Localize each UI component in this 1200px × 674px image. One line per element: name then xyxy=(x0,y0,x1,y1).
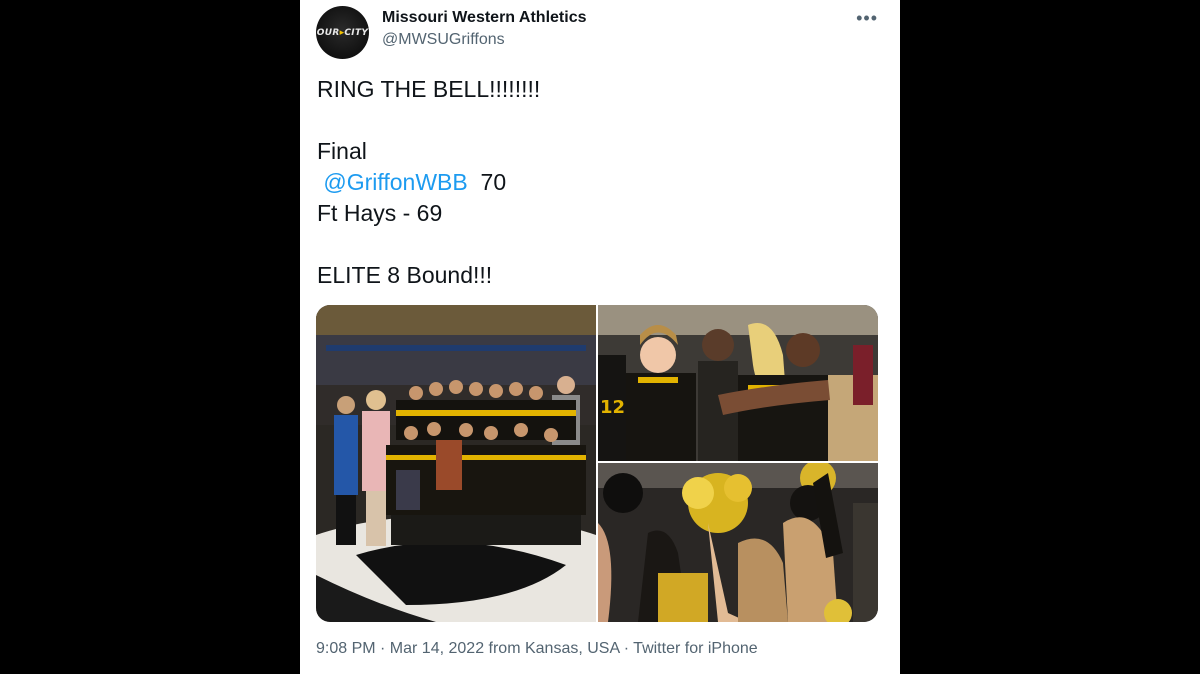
author-name[interactable]: Missouri Western Athletics xyxy=(382,9,587,27)
players-hugging-photo[interactable]: 12 xyxy=(598,305,878,461)
tweet-line-2: Final xyxy=(317,138,367,164)
tweet-timestamp[interactable]: 9:08 PM · Mar 14, 2022 from Kansas, USA … xyxy=(316,640,758,658)
team-photo-art xyxy=(316,305,656,622)
cheer-celebration-photo[interactable] xyxy=(598,460,878,622)
hug-photo-art: 12 xyxy=(598,305,878,461)
team-celebration-photo[interactable] xyxy=(316,305,656,622)
tweet-line-5: ELITE 8 Bound!!! xyxy=(317,262,493,288)
jersey-number-12: 12 xyxy=(600,397,625,418)
tweet-card: OUR▸CITY Missouri Western Athletics @MWS… xyxy=(300,0,900,674)
avatar-logo: OUR▸CITY xyxy=(316,27,369,38)
media-grid: 12 xyxy=(316,305,878,622)
mention-link[interactable]: @GriffonWBB xyxy=(323,169,467,195)
author-handle[interactable]: @MWSUGriffons xyxy=(382,31,505,49)
tweet-line-4: Ft Hays - 69 xyxy=(317,200,443,226)
cheer-photo-art xyxy=(598,460,878,622)
tweet-line-3: @GriffonWBB 70 xyxy=(317,167,877,198)
score-text: 70 xyxy=(480,169,507,195)
more-options-icon[interactable]: ••• xyxy=(856,8,878,29)
avatar[interactable]: OUR▸CITY xyxy=(316,6,369,59)
tweet-line-1: RING THE BELL!!!!!!!! xyxy=(317,76,541,102)
